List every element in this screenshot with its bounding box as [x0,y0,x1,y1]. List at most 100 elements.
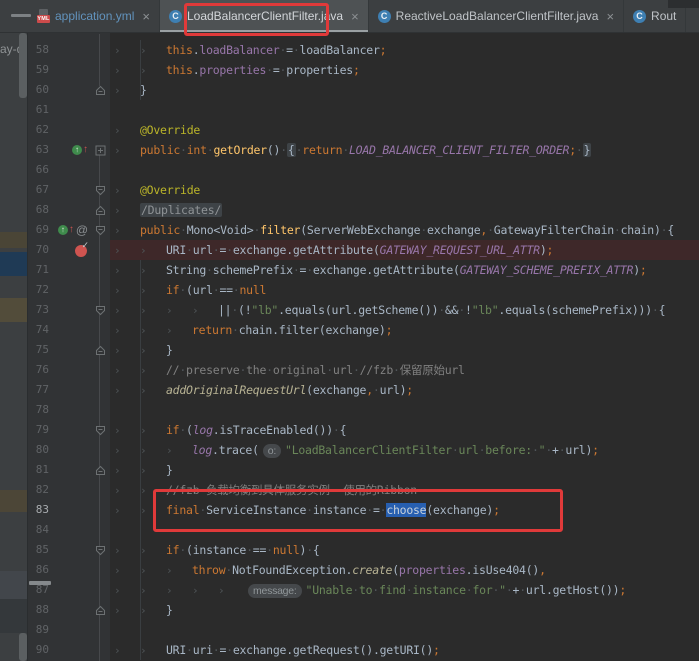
tab-close-icon[interactable]: × [351,10,359,23]
project-row[interactable] [0,599,27,633]
fold-slot [90,40,110,60]
line-number[interactable]: 70 [28,240,54,260]
line-number[interactable]: 80 [28,440,54,460]
code-line-content[interactable]: › ›} [110,340,699,360]
fold-collapse-icon[interactable] [90,300,110,320]
line-number[interactable]: 83 [28,500,54,520]
fold-collapse-icon[interactable] [90,340,110,360]
folded-region-chip[interactable]: /Duplicates/ [140,203,223,217]
code-line-content[interactable]: › › addOriginalRequestUrl(exchange,·url); [110,380,699,400]
tab-application-yml[interactable]: YML application.yml × [28,0,160,32]
line-number[interactable]: 75 [28,340,54,360]
code-line-content[interactable]: › public·int·getOrder()·{·return·LOAD_BAL… [110,140,699,160]
code-line-79: 79 › › if·(log.isTraceEnabled())·{ [28,420,699,440]
fold-slot [90,60,110,80]
code-line-content[interactable]: › › › › › message: "Unable·to·find·instance·fo… [110,580,699,600]
code-line-content[interactable]: ›} [110,80,699,100]
fold-collapse-icon[interactable] [90,180,110,200]
line-number[interactable]: 86 [28,560,54,580]
code-line-content[interactable] [110,400,699,420]
fold-collapse-icon[interactable] [90,220,110,240]
folded-region-chip[interactable]: } [582,143,592,157]
line-number[interactable]: 71 [28,260,54,280]
code-editor[interactable]: 58 › › this.loadBalancer·=·loadBalancer; 59 ›… [28,40,699,660]
code-token: public [140,143,181,157]
code-line-content[interactable]: › › //·preserve·the·original·url·//fzb·保留原… [110,360,699,380]
fold-expand-icon[interactable] [90,140,110,160]
project-panel-sliver[interactable]: ay-de [0,33,28,661]
line-number[interactable]: 62 [28,120,54,140]
code-line-content[interactable]: › › URI·url·=·exchange.getAttribute(GATEWA… [110,240,699,260]
line-number[interactable]: 63 [28,140,54,160]
fold-collapse-icon[interactable] [90,540,110,560]
code-line-content[interactable]: › › › throw·NotFoundException.create(proper… [110,560,699,580]
line-number[interactable]: 76 [28,360,54,380]
tab-close-icon[interactable]: × [142,10,150,23]
tab-reactive-load-balancer-client-filter[interactable]: C ReactiveLoadBalancerClientFilter.java × [369,0,625,32]
tab-whitespace-icon: › [166,444,173,457]
breakpoint-icon[interactable]: ✓ [75,240,89,257]
code-line-content[interactable] [110,620,699,640]
code-line-content[interactable]: › › if·(url·==·null [110,280,699,300]
project-row-selected[interactable] [0,252,27,276]
project-scrollbar-thumb[interactable] [19,33,27,98]
code-line-content[interactable]: › ›} [110,600,699,620]
line-number[interactable]: 85 [28,540,54,560]
project-row[interactable] [0,232,27,248]
tab-whitespace-icon: › [114,564,121,577]
code-line-content[interactable]: › › String·schemePrefix·=·exchange.getAttr… [110,260,699,280]
folded-region-chip[interactable]: { [286,143,296,157]
code-line-content[interactable]: › @Override [110,120,699,140]
code-line-content[interactable]: › ›} [110,460,699,480]
line-number[interactable]: 58 [28,40,54,60]
line-number[interactable]: 74 [28,320,54,340]
project-scrollbar-thumb[interactable] [19,633,27,661]
line-number[interactable]: 67 [28,180,54,200]
tab-whitespace-icon: › [114,484,121,497]
code-line-content[interactable]: › › if·(log.isTraceEnabled())·{ [110,420,699,440]
code-line-content[interactable]: › › if·(instance·==·null)·{ [110,540,699,560]
code-line-content[interactable]: › /Duplicates/ [110,200,699,220]
code-line-content[interactable]: › › this.loadBalancer·=·loadBalancer; [110,40,699,60]
code-line-content[interactable] [110,100,699,120]
code-line-content[interactable]: › › this.properties·=·properties; [110,60,699,80]
line-number[interactable]: 90 [28,640,54,660]
project-row[interactable] [0,490,27,512]
code-line-content[interactable]: › › › › ||·(!"lb".equals(url.getScheme())·&&… [110,300,699,320]
project-row[interactable] [0,298,27,322]
line-number[interactable]: 66 [28,160,54,180]
line-number[interactable]: 61 [28,100,54,120]
line-number[interactable]: 88 [28,600,54,620]
code-token: GATEWAY_SCHEME_PREFIX_ATTR [459,263,634,277]
code-line-content[interactable]: › @Override [110,180,699,200]
overrides-method-icon[interactable]: ↑ ↑ [57,225,74,235]
line-number[interactable]: 81 [28,460,54,480]
code-line-content[interactable]: › › › return·chain.filter(exchange); [110,320,699,340]
line-number[interactable]: 79 [28,420,54,440]
code-line-content[interactable] [110,160,699,180]
line-number[interactable]: 72 [28,280,54,300]
code-line-content[interactable]: › › URI·uri·=·exchange.getRequest().getURI… [110,640,699,660]
fold-slot [90,560,110,580]
line-number[interactable]: 77 [28,380,54,400]
fold-slot [90,360,110,380]
overrides-method-icon[interactable]: ↑ ↑ [72,145,88,155]
fold-collapse-icon[interactable] [90,80,110,100]
fold-collapse-icon[interactable] [90,420,110,440]
project-row[interactable] [0,571,27,599]
line-number[interactable]: 69 [28,220,54,240]
line-number[interactable]: 89 [28,620,54,640]
line-number[interactable]: 59 [28,60,54,80]
line-number[interactable]: 78 [28,400,54,420]
line-number[interactable]: 68 [28,200,54,220]
fold-collapse-icon[interactable] [90,600,110,620]
line-number[interactable]: 84 [28,520,54,540]
fold-collapse-icon[interactable] [90,460,110,480]
code-line-content[interactable]: › › › log.trace(o: "LoadBalancerClientFilter… [110,440,699,460]
tab-close-icon[interactable]: × [606,10,614,23]
code-line-content[interactable]: › public·Mono<Void>·filter(ServerWebExcha… [110,220,699,240]
line-number[interactable]: 60 [28,80,54,100]
fold-collapse-icon[interactable] [90,200,110,220]
line-number[interactable]: 82 [28,480,54,500]
line-number[interactable]: 73 [28,300,54,320]
